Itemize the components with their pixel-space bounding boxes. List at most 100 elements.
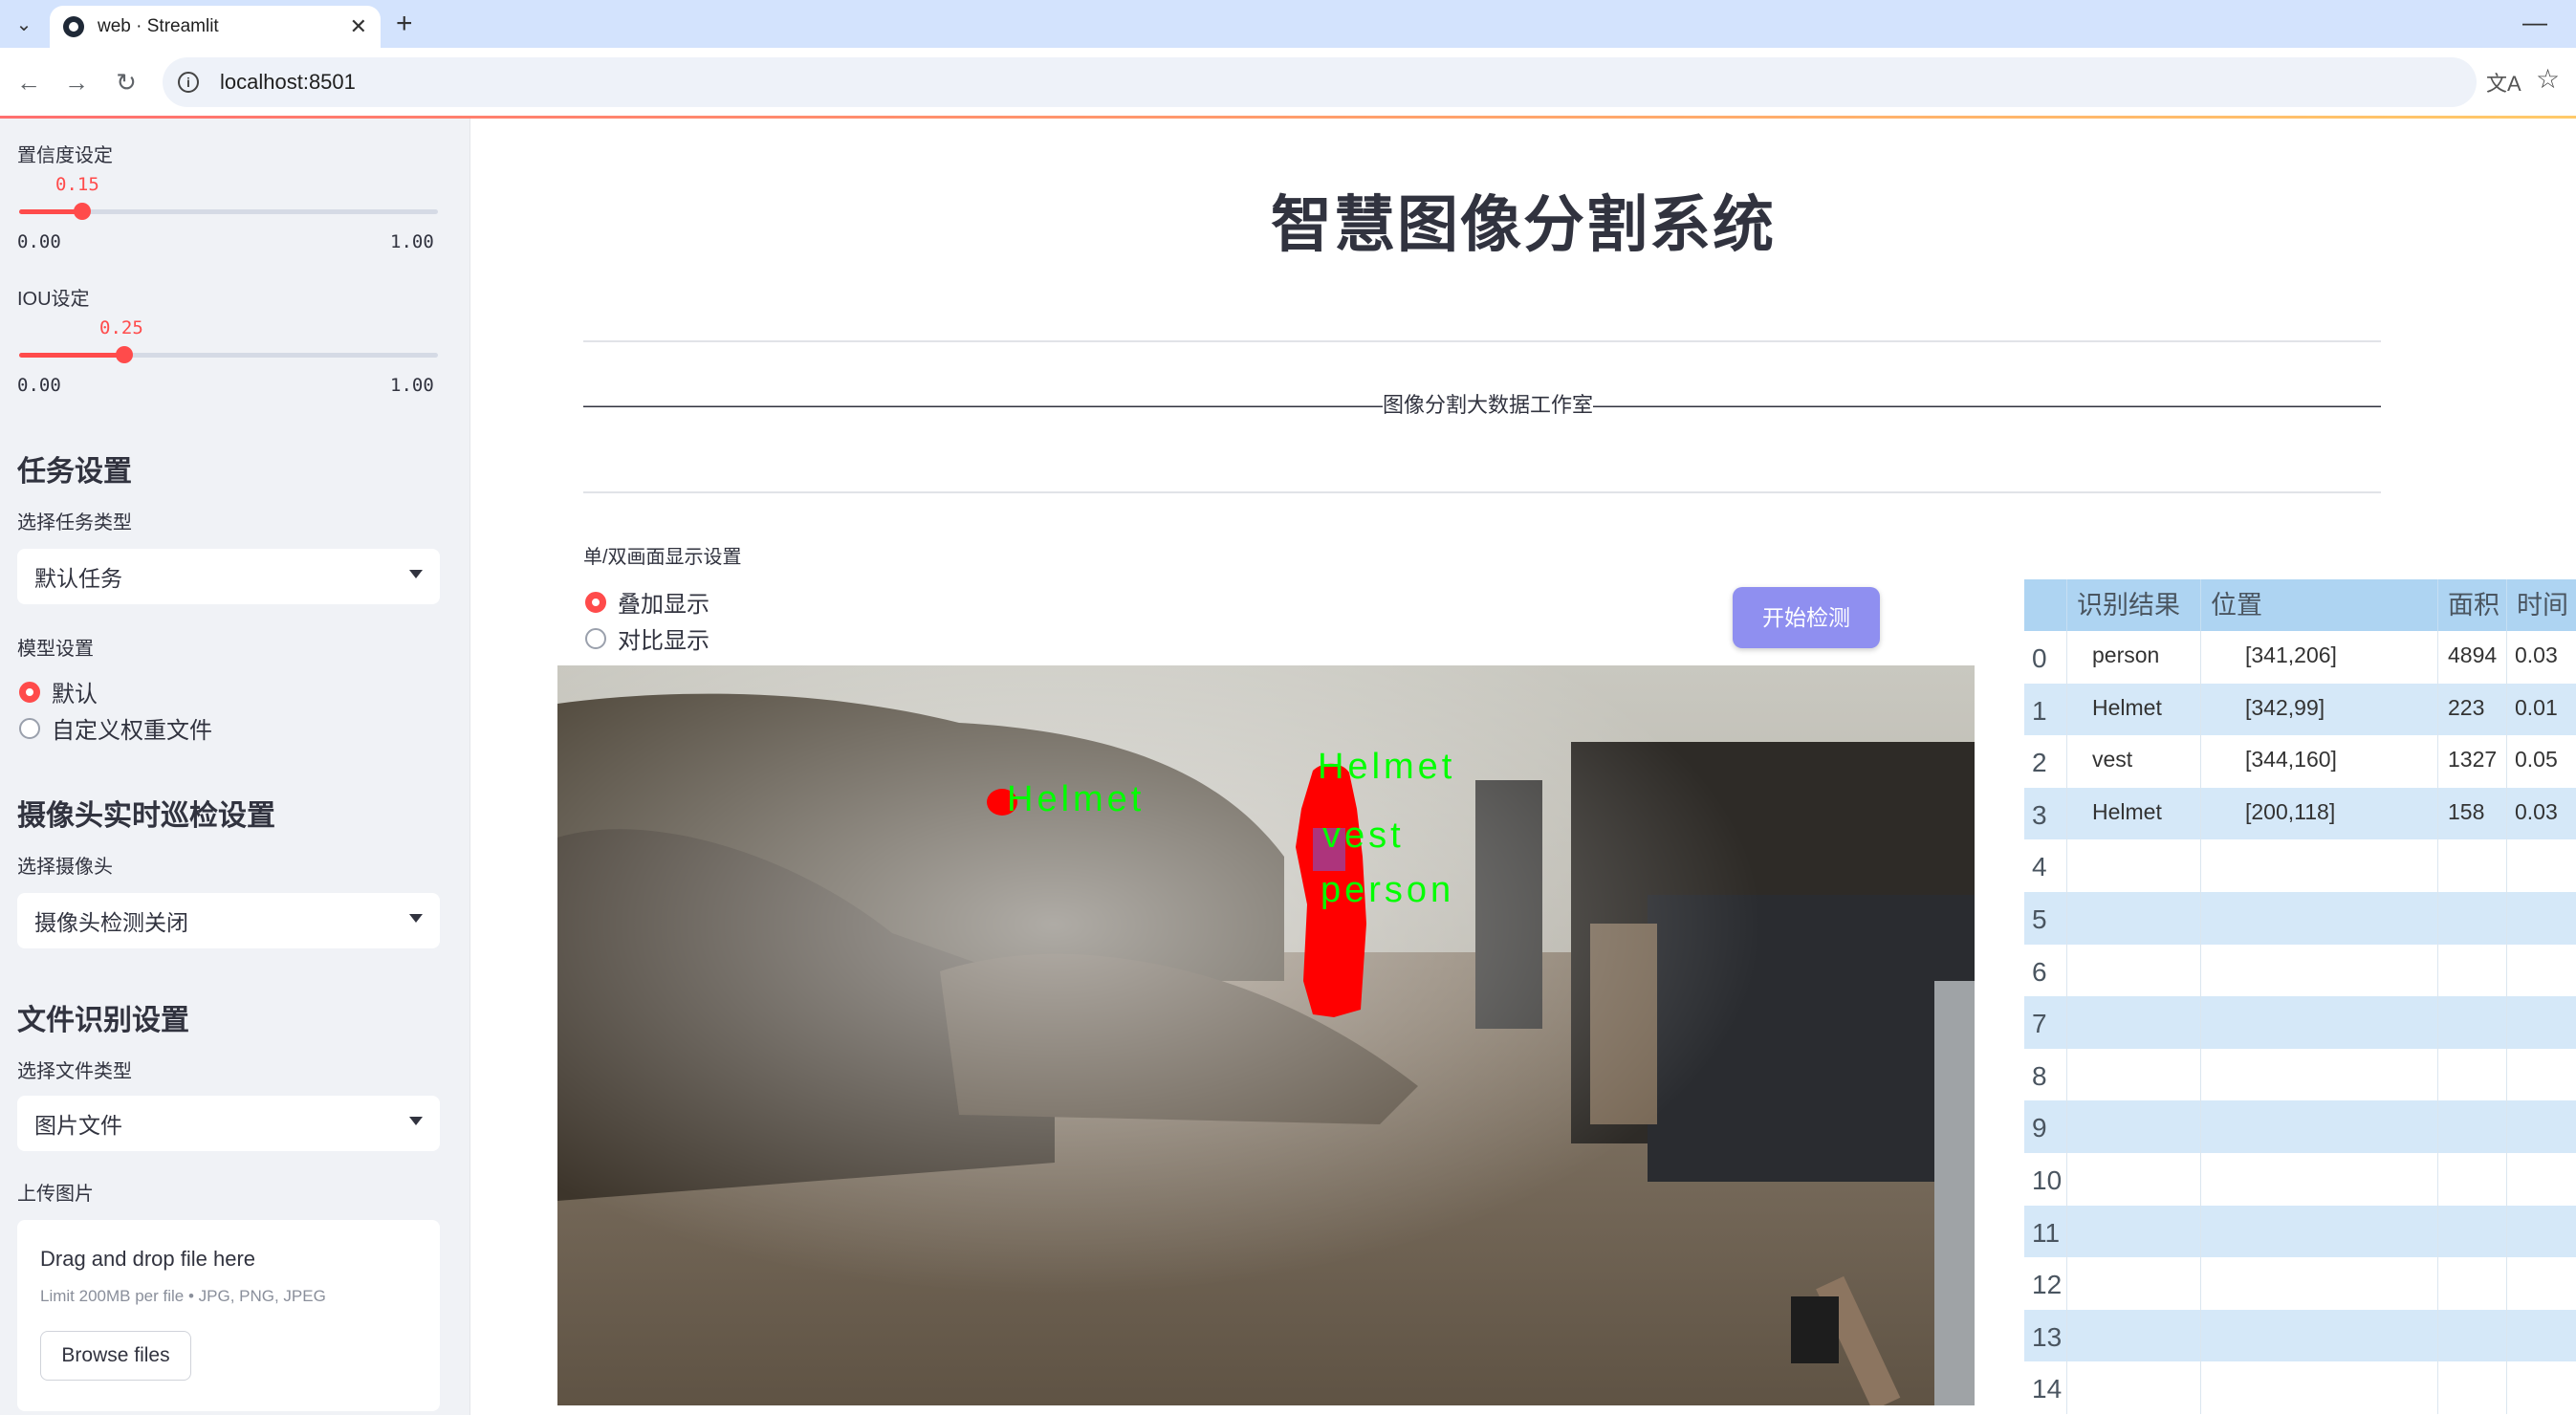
chevron-down-icon — [409, 1117, 423, 1125]
table-row[interactable]: 3 Helmet [200,118] 158 0.03 — [2024, 787, 2576, 840]
table-row[interactable]: 7 — [2024, 996, 2576, 1049]
tab-list-chevron-icon[interactable]: ⌄ — [8, 8, 40, 40]
row-index: 12 — [2024, 1257, 2067, 1310]
display-option-compare[interactable]: 对比显示 — [585, 621, 709, 655]
cell-result — [2067, 892, 2201, 945]
warehouse-scene: Helmet Helmet vest person — [557, 665, 1975, 1405]
radio-unselected-icon — [19, 717, 40, 739]
upload-limit-text: Limit 200MB per file • JPG, PNG, JPEG — [40, 1287, 326, 1305]
row-index: 3 — [2024, 787, 2067, 840]
cell-time — [2507, 1100, 2576, 1153]
col-index-header — [2024, 579, 2067, 631]
table-row[interactable]: 9 — [2024, 1100, 2576, 1153]
table-row[interactable]: 12 — [2024, 1257, 2576, 1310]
cell-area — [2438, 944, 2507, 997]
row-index: 14 — [2024, 1361, 2067, 1414]
camera-select[interactable]: 摄像头检测关闭 — [17, 893, 440, 948]
site-info-icon[interactable]: i — [178, 72, 199, 93]
browser-tab[interactable]: web · Streamlit ✕ — [50, 6, 381, 48]
cell-area — [2438, 892, 2507, 945]
table-row[interactable]: 11 — [2024, 1205, 2576, 1258]
url-field[interactable]: i localhost:8501 — [163, 57, 2477, 107]
radio-selected-icon — [585, 591, 606, 613]
row-index: 5 — [2024, 892, 2067, 945]
table-row[interactable]: 10 — [2024, 1153, 2576, 1206]
minimize-icon[interactable]: — — [2522, 8, 2547, 37]
cell-result: Helmet — [2067, 787, 2201, 840]
display-option-overlay-label: 叠加显示 — [618, 592, 709, 618]
table-row[interactable]: 13 — [2024, 1309, 2576, 1362]
table-row[interactable]: 2 vest [344,160] 1327 0.05 — [2024, 735, 2576, 788]
task-settings-header: 任务设置 — [17, 456, 132, 488]
results-table[interactable]: 识别结果 位置 面积 时间 0 person [341,206] 4894 0.03 1 H… — [2024, 579, 2576, 1415]
translate-icon[interactable]: 文A — [2486, 67, 2521, 98]
table-row[interactable]: 6 — [2024, 944, 2576, 997]
cell-position: [200,118] — [2201, 787, 2438, 840]
cell-time: 0.01 — [2507, 684, 2576, 736]
start-detection-button[interactable]: 开始检测 — [1733, 587, 1880, 648]
display-option-overlay[interactable]: 叠加显示 — [585, 585, 709, 619]
cell-result: Helmet — [2067, 683, 2201, 736]
forward-arrow-icon[interactable]: → — [59, 65, 94, 99]
table-row[interactable]: 1 Helmet [342,99] 223 0.01 — [2024, 683, 2576, 736]
table-row[interactable]: 4 — [2024, 839, 2576, 892]
col-area-header[interactable]: 面积 — [2438, 579, 2507, 631]
cell-time: 0.03 — [2507, 788, 2576, 840]
overlay-label-helmet-1: Helmet — [1007, 779, 1145, 819]
cell-result: vest — [2067, 735, 2201, 788]
file-type-select[interactable]: 图片文件 — [17, 1096, 440, 1151]
file-type-label: 选择文件类型 — [17, 1061, 132, 1082]
iou-slider[interactable] — [19, 346, 438, 363]
cell-time — [2507, 892, 2576, 945]
table-row[interactable]: 8 — [2024, 1048, 2576, 1101]
cell-position — [2201, 1257, 2438, 1310]
close-tab-icon[interactable]: ✕ — [350, 14, 367, 39]
cell-time — [2507, 1361, 2576, 1414]
row-index: 6 — [2024, 944, 2067, 997]
col-result-header[interactable]: 识别结果 — [2067, 579, 2201, 631]
row-index: 8 — [2024, 1048, 2067, 1101]
iou-slider-thumb[interactable] — [115, 346, 133, 363]
tab-title: web · Streamlit — [98, 16, 219, 36]
row-index: 0 — [2024, 631, 2067, 684]
back-arrow-icon[interactable]: ← — [11, 65, 46, 99]
upload-label: 上传图片 — [17, 1184, 94, 1205]
col-time-header[interactable]: 时间 — [2507, 579, 2576, 631]
task-type-select[interactable]: 默认任务 — [17, 549, 440, 604]
cell-area: 4894 — [2438, 631, 2507, 684]
sidebar: 置信度设定 0.15 0.00 1.00 IOU设定 0.25 0.00 1.0… — [0, 119, 470, 1415]
model-option-custom[interactable]: 自定义权重文件 — [19, 711, 212, 745]
table-row[interactable]: 0 person [341,206] 4894 0.03 — [2024, 631, 2576, 684]
bookmark-star-icon[interactable]: ☆ — [2536, 63, 2560, 95]
cell-time — [2507, 1153, 2576, 1206]
col-position-header[interactable]: 位置 — [2201, 579, 2438, 631]
confidence-label: 置信度设定 — [17, 145, 113, 166]
row-index: 2 — [2024, 735, 2067, 788]
cell-result — [2067, 1257, 2201, 1310]
task-type-label: 选择任务类型 — [17, 512, 132, 533]
cell-time — [2507, 1257, 2576, 1310]
file-type-value: 图片文件 — [34, 1113, 122, 1138]
cell-area — [2438, 1153, 2507, 1206]
reload-icon[interactable]: ↻ — [109, 65, 143, 99]
file-uploader-dropzone[interactable]: Drag and drop file here Limit 200MB per … — [17, 1220, 440, 1411]
address-bar: ← → ↻ i localhost:8501 文A ☆ — [0, 48, 2576, 117]
main-content: 智慧图像分割系统 ———————————————————————————————… — [470, 119, 2576, 1415]
new-tab-icon[interactable]: + — [396, 8, 413, 40]
table-row[interactable]: 5 — [2024, 892, 2576, 945]
model-settings-label: 模型设置 — [17, 639, 94, 660]
cell-time — [2507, 1049, 2576, 1101]
row-index: 4 — [2024, 839, 2067, 892]
camera-label: 选择摄像头 — [17, 857, 113, 878]
cell-position: [342,99] — [2201, 683, 2438, 736]
url-text: localhost:8501 — [220, 70, 356, 94]
model-option-default[interactable]: 默认 — [19, 675, 98, 708]
cell-position — [2201, 1100, 2438, 1153]
browse-files-button[interactable]: Browse files — [40, 1331, 191, 1381]
cell-time — [2507, 996, 2576, 1049]
table-row[interactable]: 14 — [2024, 1361, 2576, 1414]
chevron-down-icon — [409, 914, 423, 923]
detection-result-image: Helmet Helmet vest person — [557, 665, 1975, 1405]
row-index: 9 — [2024, 1100, 2067, 1153]
upload-title: Drag and drop file here — [40, 1247, 256, 1271]
